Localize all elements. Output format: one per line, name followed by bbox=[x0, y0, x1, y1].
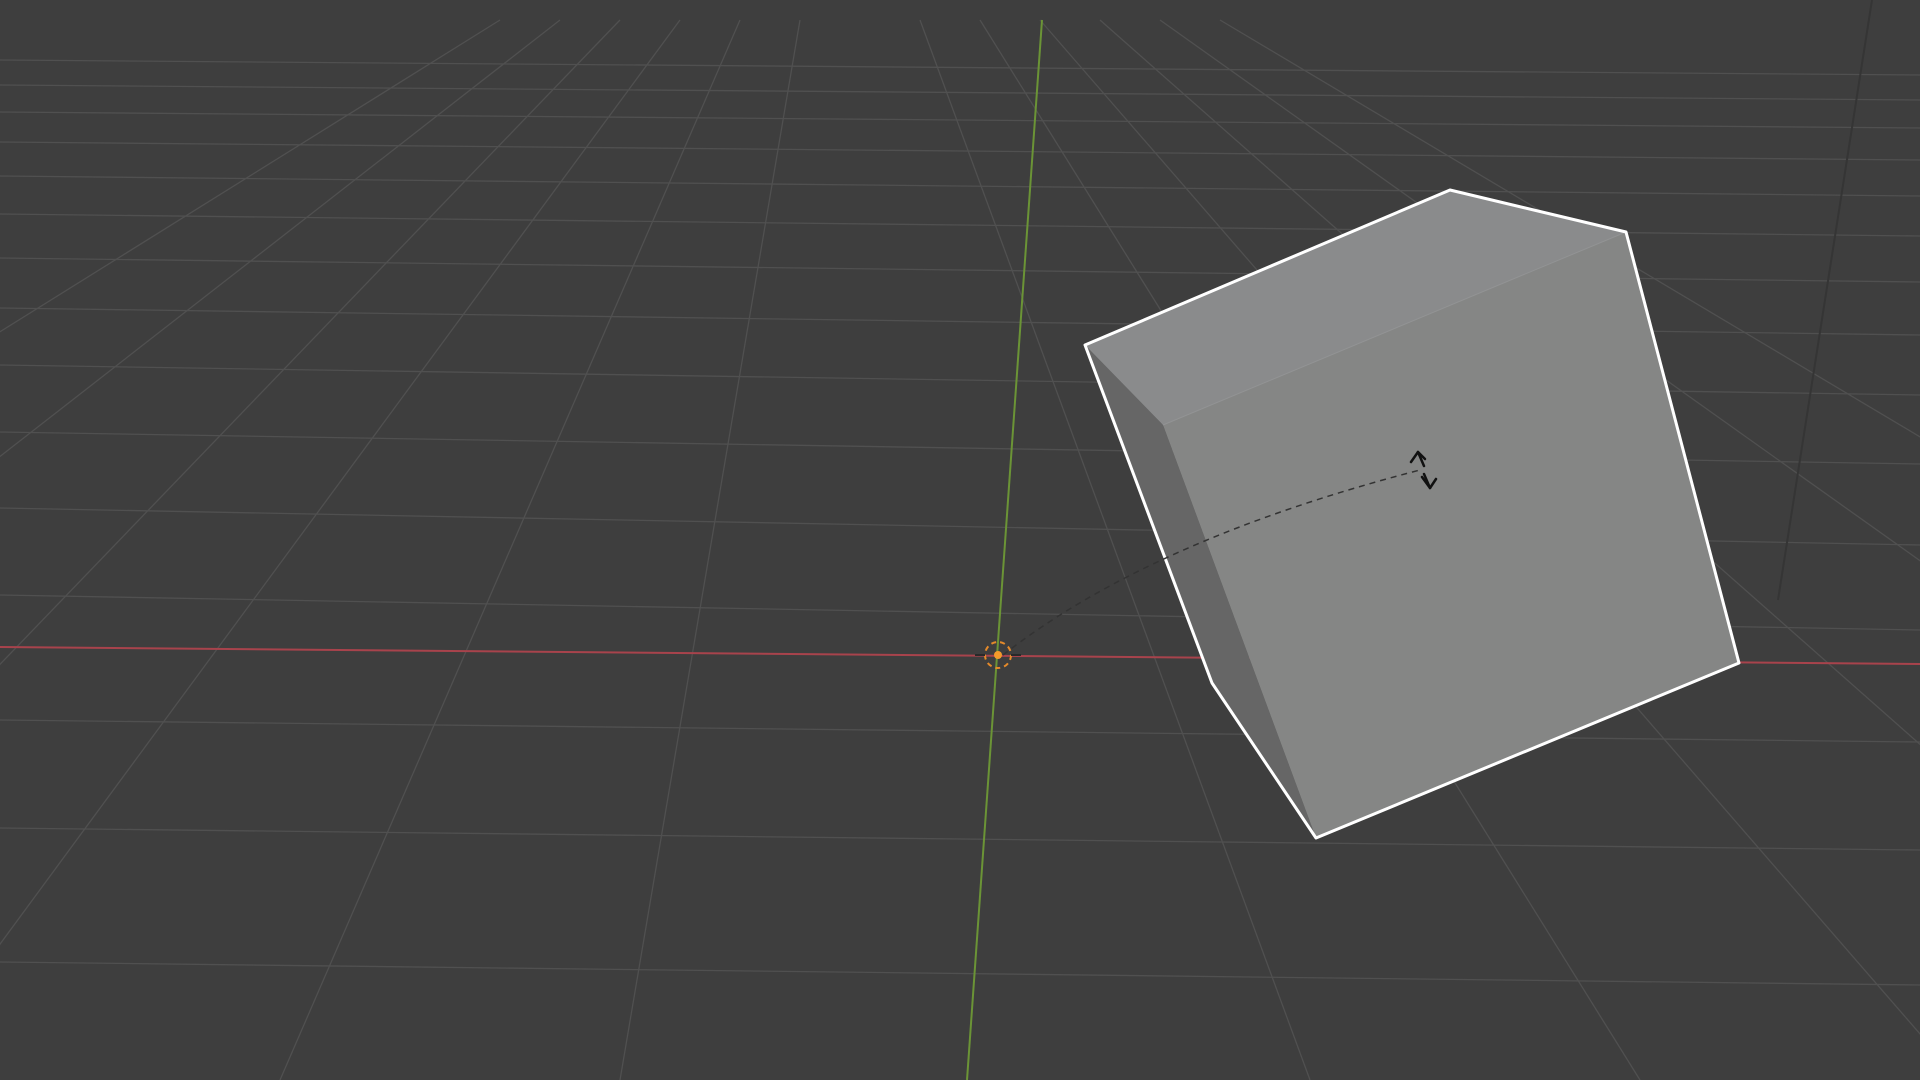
far-vertical-line bbox=[1777, 0, 1873, 601]
viewport-canvas[interactable] bbox=[0, 0, 1920, 1080]
cube-object[interactable] bbox=[1083, 188, 1741, 840]
3d-viewport[interactable] bbox=[0, 0, 1920, 1080]
